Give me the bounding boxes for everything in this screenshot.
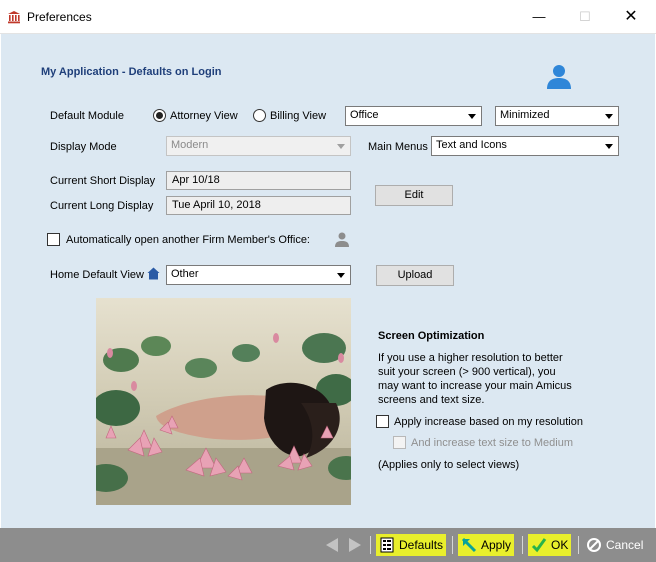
- long-display-label: Current Long Display: [50, 200, 154, 212]
- main-menus-value: Text and Icons: [436, 139, 507, 151]
- cancel-icon: [587, 538, 601, 552]
- cancel-label: Cancel: [606, 538, 644, 552]
- chevron-down-icon: [605, 144, 613, 149]
- display-mode-label: Display Mode: [50, 141, 117, 153]
- divider: [452, 536, 453, 554]
- window-title: Preferences: [27, 10, 92, 24]
- checkmark-icon: [531, 538, 547, 553]
- billing-view-label[interactable]: Billing View: [270, 110, 326, 122]
- defaults-label: Defaults: [399, 538, 444, 552]
- window-state-value: Minimized: [500, 109, 550, 121]
- auto-open-label: Automatically open another Firm Member's…: [66, 234, 310, 246]
- user-icon: [547, 65, 571, 89]
- chevron-down-icon: [337, 144, 345, 149]
- chevron-down-icon: [337, 273, 345, 278]
- divider: [578, 536, 579, 554]
- cancel-button[interactable]: Cancel: [583, 534, 646, 556]
- office-select[interactable]: Office: [345, 106, 482, 126]
- app-icon: [8, 11, 20, 24]
- chevron-down-icon: [605, 114, 613, 119]
- main-menus-select[interactable]: Text and Icons: [431, 136, 619, 156]
- display-mode-select: Modern: [166, 136, 351, 156]
- forward-arrow-icon[interactable]: [349, 538, 361, 552]
- maximize-button[interactable]: ☐: [562, 4, 608, 30]
- close-button[interactable]: ✕: [608, 4, 654, 30]
- display-mode-value: Modern: [171, 139, 209, 151]
- auto-open-checkbox[interactable]: [47, 233, 60, 246]
- home-background-image: [96, 298, 351, 505]
- apply-arrow-icon: [461, 537, 477, 553]
- text-size-checkbox: [393, 436, 406, 449]
- upload-button[interactable]: Upload: [376, 265, 454, 286]
- attorney-view-label[interactable]: Attorney View: [170, 110, 238, 122]
- person-icon[interactable]: [334, 231, 350, 247]
- window-state-select[interactable]: Minimized: [495, 106, 619, 126]
- title-bar: Preferences — ☐ ✕: [0, 0, 656, 34]
- chevron-down-icon: [468, 114, 476, 119]
- list-icon: [380, 537, 394, 553]
- apply-increase-label: Apply increase based on my resolution: [394, 416, 583, 428]
- back-arrow-icon[interactable]: [326, 538, 338, 552]
- long-display-field: Tue April 10, 2018: [166, 196, 351, 215]
- home-view-select[interactable]: Other: [166, 265, 351, 285]
- section-title: My Application - Defaults on Login: [41, 66, 222, 78]
- footer-toolbar: Defaults Apply OK Cancel: [0, 528, 656, 562]
- attorney-view-radio[interactable]: [153, 109, 166, 122]
- edit-button[interactable]: Edit: [375, 185, 453, 206]
- apply-increase-checkbox[interactable]: [376, 415, 389, 428]
- ok-label: OK: [551, 538, 569, 552]
- defaults-button[interactable]: Defaults: [376, 534, 447, 556]
- short-display-label: Current Short Display: [50, 175, 156, 187]
- default-module-label: Default Module: [50, 110, 124, 122]
- billing-view-radio[interactable]: [253, 109, 266, 122]
- screen-optimization-title: Screen Optimization: [378, 330, 485, 342]
- short-display-field: Apr 10/18: [166, 171, 351, 190]
- home-view-value: Other: [171, 268, 199, 280]
- home-view-label: Home Default View: [50, 269, 144, 281]
- applies-note: (Applies only to select views): [378, 459, 520, 471]
- apply-button[interactable]: Apply: [458, 534, 515, 556]
- divider: [370, 536, 371, 554]
- office-select-value: Office: [350, 109, 379, 121]
- minimize-button[interactable]: —: [516, 4, 562, 30]
- home-icon: [147, 267, 160, 280]
- apply-label: Apply: [481, 538, 512, 552]
- ok-button[interactable]: OK: [528, 534, 572, 556]
- screen-optimization-description: If you use a higher resolution to better…: [378, 352, 572, 406]
- main-menus-label: Main Menus: [368, 141, 428, 153]
- divider: [522, 536, 523, 554]
- text-size-label: And increase text size to Medium: [411, 437, 574, 449]
